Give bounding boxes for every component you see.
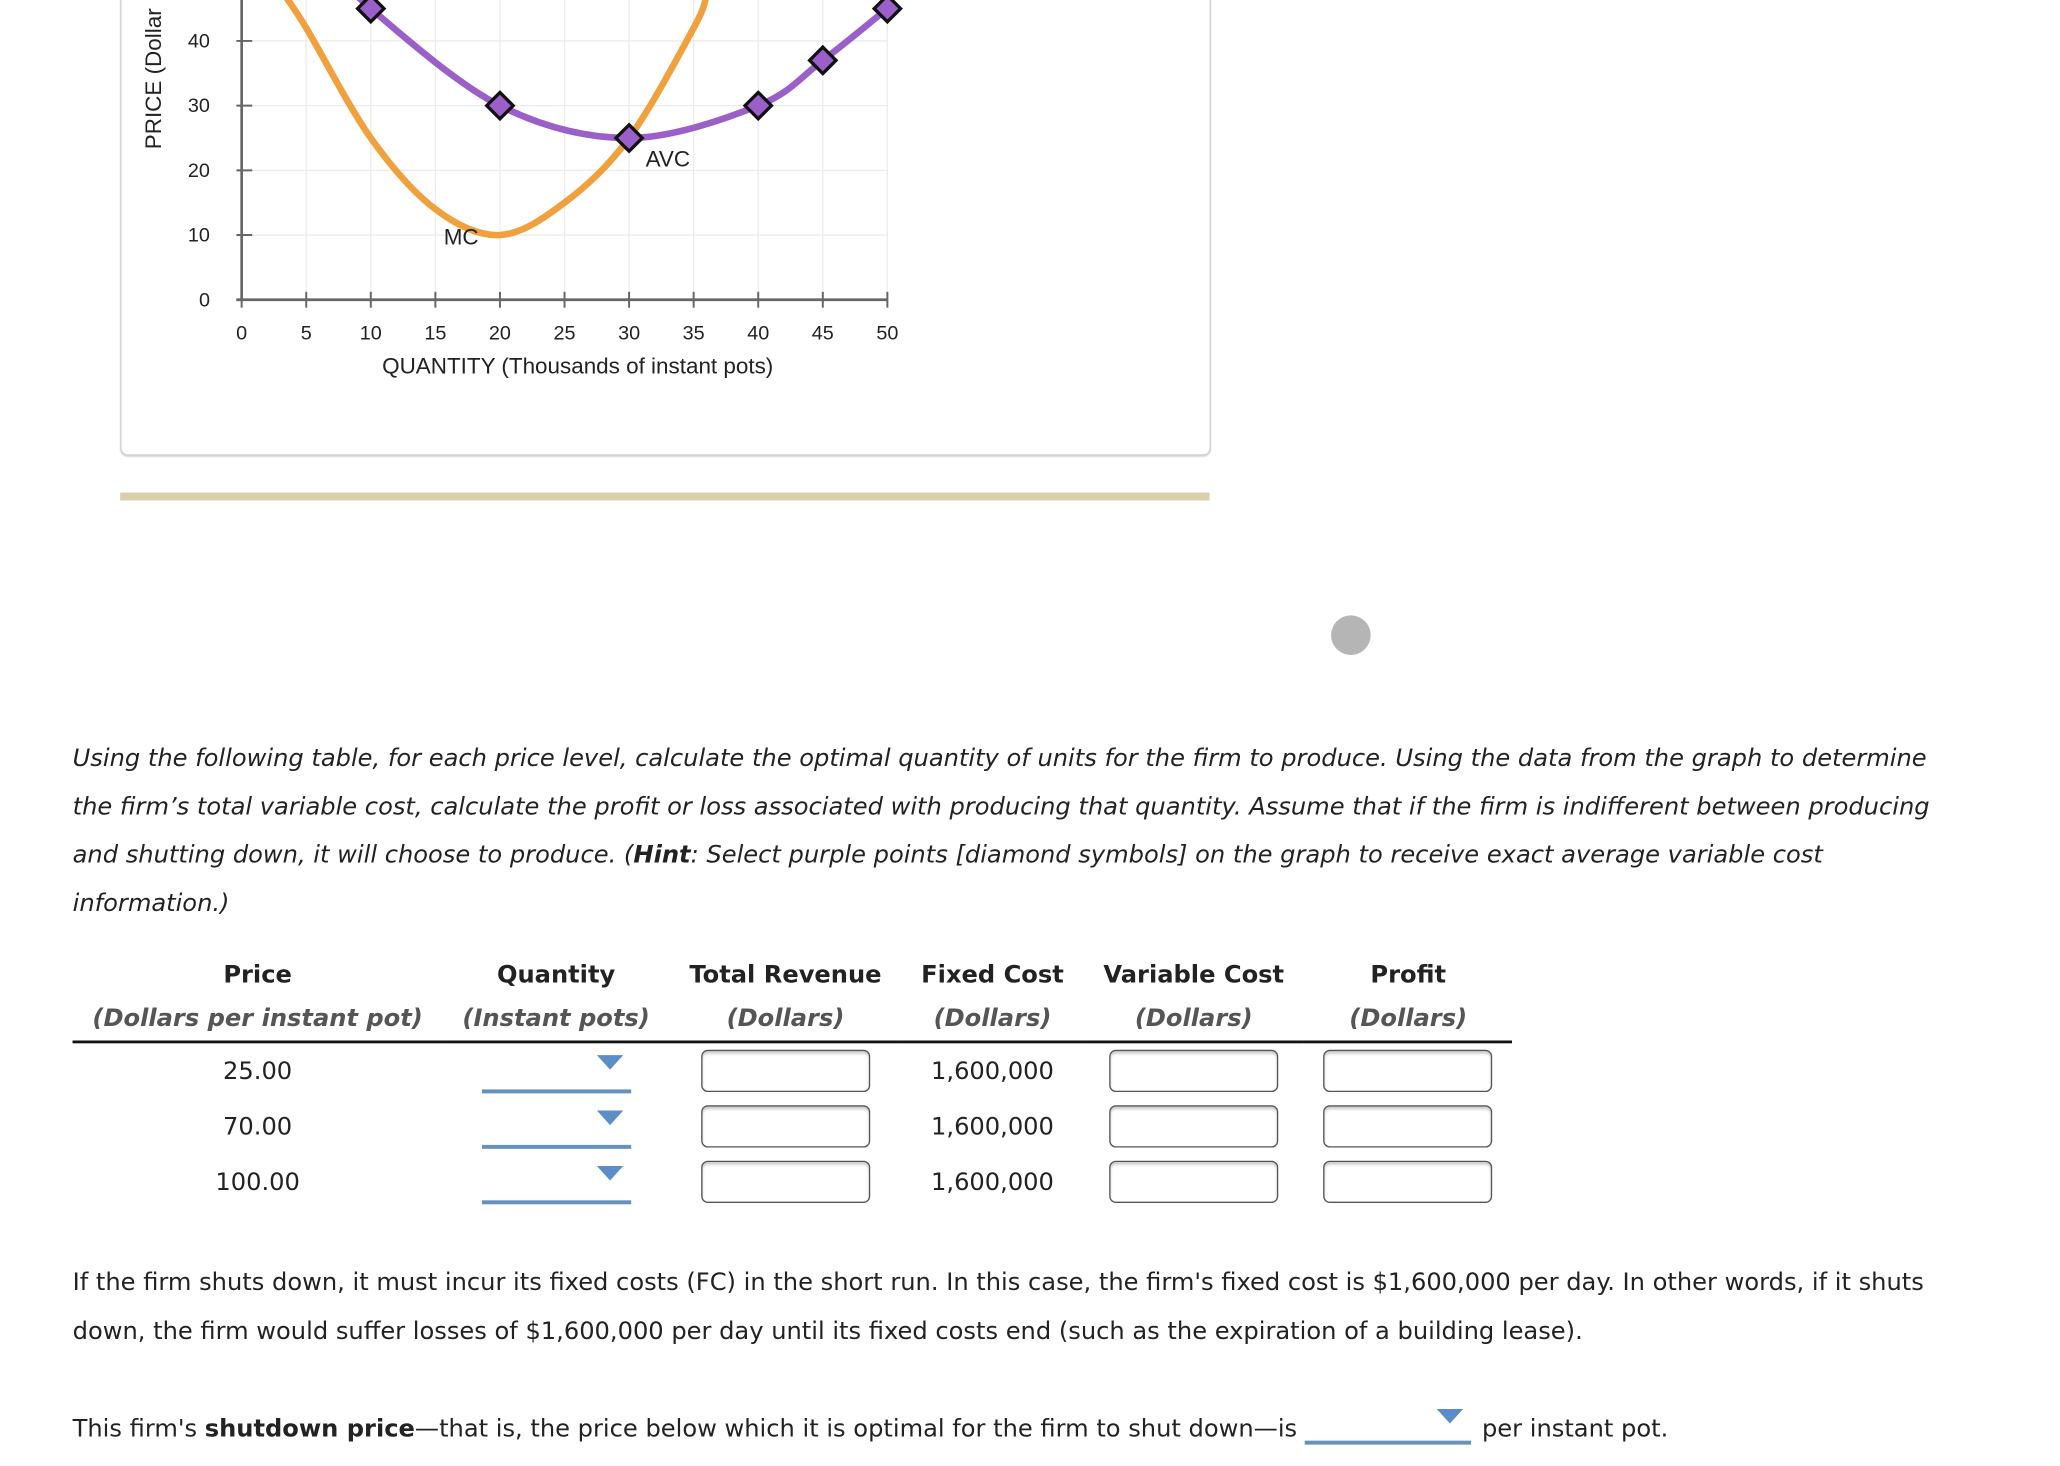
x-tick-label: 20: [489, 322, 511, 344]
instructions-paragraph: Using the following table, for each pric…: [73, 736, 1948, 929]
variable-cost-input[interactable]: [1109, 1160, 1279, 1203]
variable-cost-cell: [1084, 1154, 1304, 1209]
table-unit-row: (Dollars per instant pot) (Instant pots)…: [72, 995, 1513, 1044]
y-tick-label: 0: [199, 289, 210, 311]
total-revenue-input[interactable]: [700, 1160, 870, 1203]
header-total-revenue: Total Revenue: [689, 960, 882, 989]
profit-cell: [1304, 1154, 1513, 1209]
x-tick-label: 5: [301, 322, 312, 344]
unit-fixed-cost: (Dollars): [901, 995, 1084, 1044]
dropdown-arrow-icon: [1437, 1408, 1464, 1424]
total-revenue-cell: [670, 1042, 902, 1099]
shutdown-middle: —that is, the price below which it is op…: [414, 1415, 1298, 1444]
variable-cost-cell: [1084, 1099, 1304, 1154]
x-tick-label: 40: [747, 322, 769, 344]
mc-curve: [284, 0, 709, 239]
profit-input[interactable]: [1323, 1160, 1493, 1203]
profit-input[interactable]: [1323, 1049, 1493, 1093]
table-row: 70.00 1,600,000: [73, 1099, 1513, 1154]
header-variable-cost: Variable Cost: [1103, 960, 1285, 989]
unit-profit: (Dollars): [1303, 995, 1513, 1044]
avc-curve: [356, 0, 891, 142]
price-cell: 25.00: [223, 1057, 293, 1085]
price-cell: 100.00: [215, 1167, 300, 1196]
table-row: 100.00 1,600,000: [73, 1154, 1513, 1209]
hint-label: Hint: [633, 841, 691, 869]
fixed-cost-cell: 1,600,000: [931, 1112, 1054, 1141]
quantity-dropdown[interactable]: [481, 1160, 631, 1204]
avc-diamond-point[interactable]: [484, 90, 516, 122]
x-tick-label: 30: [618, 322, 640, 344]
total-revenue-input[interactable]: [700, 1105, 870, 1148]
variable-cost-input[interactable]: [1109, 1105, 1279, 1148]
y-tick-label: 20: [188, 160, 210, 182]
dropdown-arrow-icon: [596, 1109, 623, 1125]
y-tick-label: 10: [188, 225, 210, 247]
fixed-cost-explanation: If the firm shuts down, it must incur it…: [72, 1269, 1924, 1345]
profit-input[interactable]: [1323, 1105, 1493, 1148]
quantity-cell: [443, 1042, 670, 1099]
shutdown-prefix: This firm's: [72, 1415, 205, 1444]
total-revenue-input[interactable]: [700, 1049, 870, 1093]
quantity-dropdown[interactable]: [481, 1105, 631, 1149]
fixed-cost-cell: 1,600,000: [931, 1167, 1054, 1196]
unit-total-revenue: (Dollars): [669, 995, 902, 1044]
page: 0 5 10 15 20 25 30 35 40 45 50 0 10 20 30 40 QUANTITY (T…: [0, 0, 2060, 1466]
header-quantity: Quantity: [496, 960, 616, 989]
x-tick-label: 10: [360, 322, 382, 344]
dropdown-arrow-icon: [596, 1165, 623, 1180]
table-header-row: Price Quantity Total Revenue Fixed Cost …: [73, 953, 1513, 995]
price-cell: 70.00: [223, 1112, 293, 1141]
variable-cost-cell: [1084, 1042, 1304, 1099]
profit-cell: [1304, 1042, 1513, 1099]
unit-variable-cost: (Dollars): [1083, 995, 1304, 1044]
x-tick-label: 50: [876, 322, 898, 344]
section-divider: [120, 492, 1210, 501]
unit-price: (Dollars per instant pot): [72, 995, 443, 1044]
variable-cost-input[interactable]: [1109, 1049, 1279, 1093]
dropdown-arrow-icon: [596, 1054, 623, 1069]
y-tick-label: 40: [188, 31, 210, 53]
x-tick-label: 15: [424, 322, 446, 344]
table-row: 25.00 1,600,000: [73, 1042, 1513, 1099]
unit-quantity: (Instant pots): [442, 995, 670, 1044]
graph-panel: 0 5 10 15 20 25 30 35 40 45 50 0 10 20 30 40 QUANTITY (T…: [120, 0, 1211, 456]
x-tick-label: 45: [812, 322, 834, 344]
total-revenue-cell: [670, 1099, 902, 1154]
quantity-cell: [443, 1154, 670, 1209]
profit-table: Price Quantity Total Revenue Fixed Cost …: [72, 953, 1513, 1209]
fixed-cost-cell: 1,600,000: [931, 1057, 1054, 1085]
x-tick-label: 0: [236, 322, 247, 344]
axes: 0 5 10 15 20 25 30 35 40 45 50 0 10 20 30 40 QUANTITY (T…: [141, 0, 898, 379]
shutdown-price-term: shutdown price: [204, 1415, 415, 1444]
header-price: Price: [223, 960, 292, 989]
x-axis-title: QUANTITY (Thousands of instant pots): [382, 354, 773, 379]
grid: [241, 0, 889, 300]
total-revenue-cell: [670, 1154, 902, 1209]
x-tick-label: 35: [683, 322, 705, 344]
grey-circle-indicator[interactable]: [1331, 615, 1371, 655]
y-axis-title: PRICE (Dollar: [141, 8, 166, 149]
shutdown-price-dropdown[interactable]: [1305, 1408, 1472, 1445]
profit-cell: [1304, 1099, 1513, 1154]
quantity-cell: [443, 1099, 670, 1154]
curve-label-avc: AVC: [646, 147, 690, 172]
avc-diamond-point[interactable]: [742, 90, 774, 122]
cost-curves-chart: 0 5 10 15 20 25 30 35 40 45 50 0 10 20 30 40 QUANTITY (T…: [141, 0, 903, 379]
quantity-dropdown[interactable]: [481, 1049, 631, 1093]
curve-label-mc: MC: [444, 224, 479, 249]
shutdown-question: This firm's shutdown price—that is, the …: [73, 1404, 2027, 1455]
header-fixed-cost: Fixed Cost: [921, 960, 1064, 989]
x-tick-label: 25: [553, 322, 575, 344]
shutdown-suffix: per instant pot.: [1481, 1415, 1669, 1444]
y-tick-label: 30: [188, 95, 210, 117]
header-profit: Profit: [1370, 960, 1447, 989]
